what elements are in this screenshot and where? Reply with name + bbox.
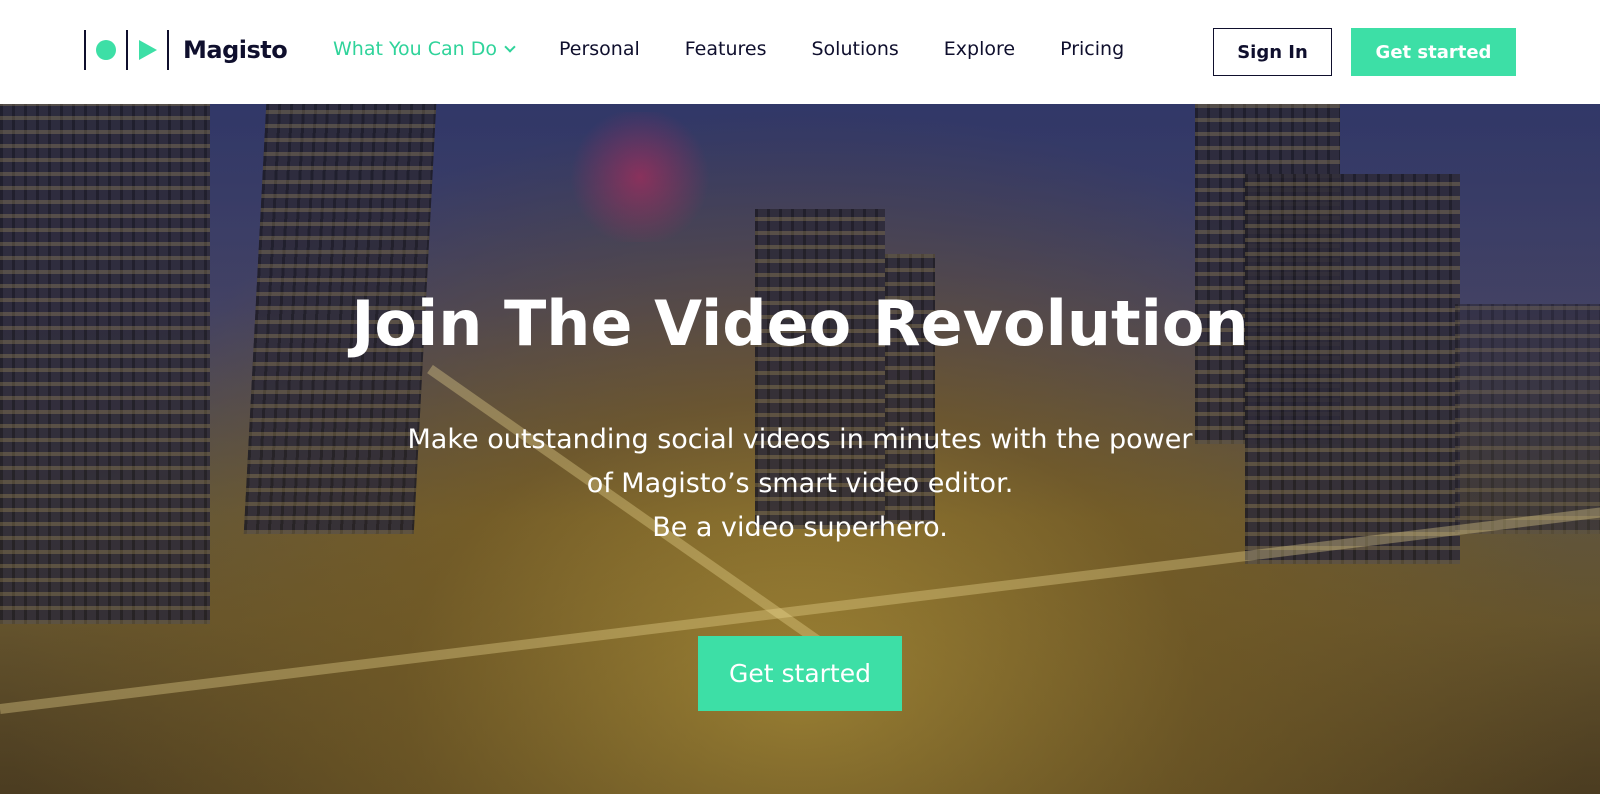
play-icon xyxy=(139,40,157,60)
logo-divider xyxy=(84,30,86,70)
hero-section: Join The Video Revolution Make outstandi… xyxy=(0,104,1600,794)
top-navbar: Magisto What You Can Do Personal Feature… xyxy=(0,0,1600,104)
nav-item-explore[interactable]: Explore xyxy=(944,38,1015,60)
hero-subtitle: Make outstanding social videos in minute… xyxy=(0,418,1600,550)
hero-subtitle-line: Make outstanding social videos in minute… xyxy=(407,424,1193,455)
logo-divider xyxy=(126,30,128,70)
nav-item-solutions[interactable]: Solutions xyxy=(811,38,898,60)
get-started-header-button[interactable]: Get started xyxy=(1351,28,1516,76)
nav-item-label: What You Can Do xyxy=(333,38,497,60)
nav-item-pricing[interactable]: Pricing xyxy=(1060,38,1124,60)
hero-subtitle-line: of Magisto’s smart video editor. xyxy=(586,468,1014,499)
get-started-hero-button[interactable]: Get started xyxy=(698,636,902,711)
main-nav: What You Can Do Personal Features Soluti… xyxy=(333,38,1169,60)
hero-subtitle-line: Be a video superhero. xyxy=(652,512,948,543)
record-dot-icon xyxy=(96,40,116,60)
chevron-down-icon xyxy=(504,40,516,53)
hero-content: Join The Video Revolution Make outstandi… xyxy=(0,104,1600,794)
nav-item-features[interactable]: Features xyxy=(685,38,767,60)
nav-item-personal[interactable]: Personal xyxy=(559,38,640,60)
sign-in-button[interactable]: Sign In xyxy=(1213,28,1332,76)
logo-divider xyxy=(167,30,169,70)
nav-item-what-you-can-do[interactable]: What You Can Do xyxy=(333,38,516,60)
logo-wordmark: Magisto xyxy=(183,36,288,64)
magisto-logo[interactable]: Magisto xyxy=(84,30,288,70)
hero-title: Join The Video Revolution xyxy=(351,287,1249,360)
